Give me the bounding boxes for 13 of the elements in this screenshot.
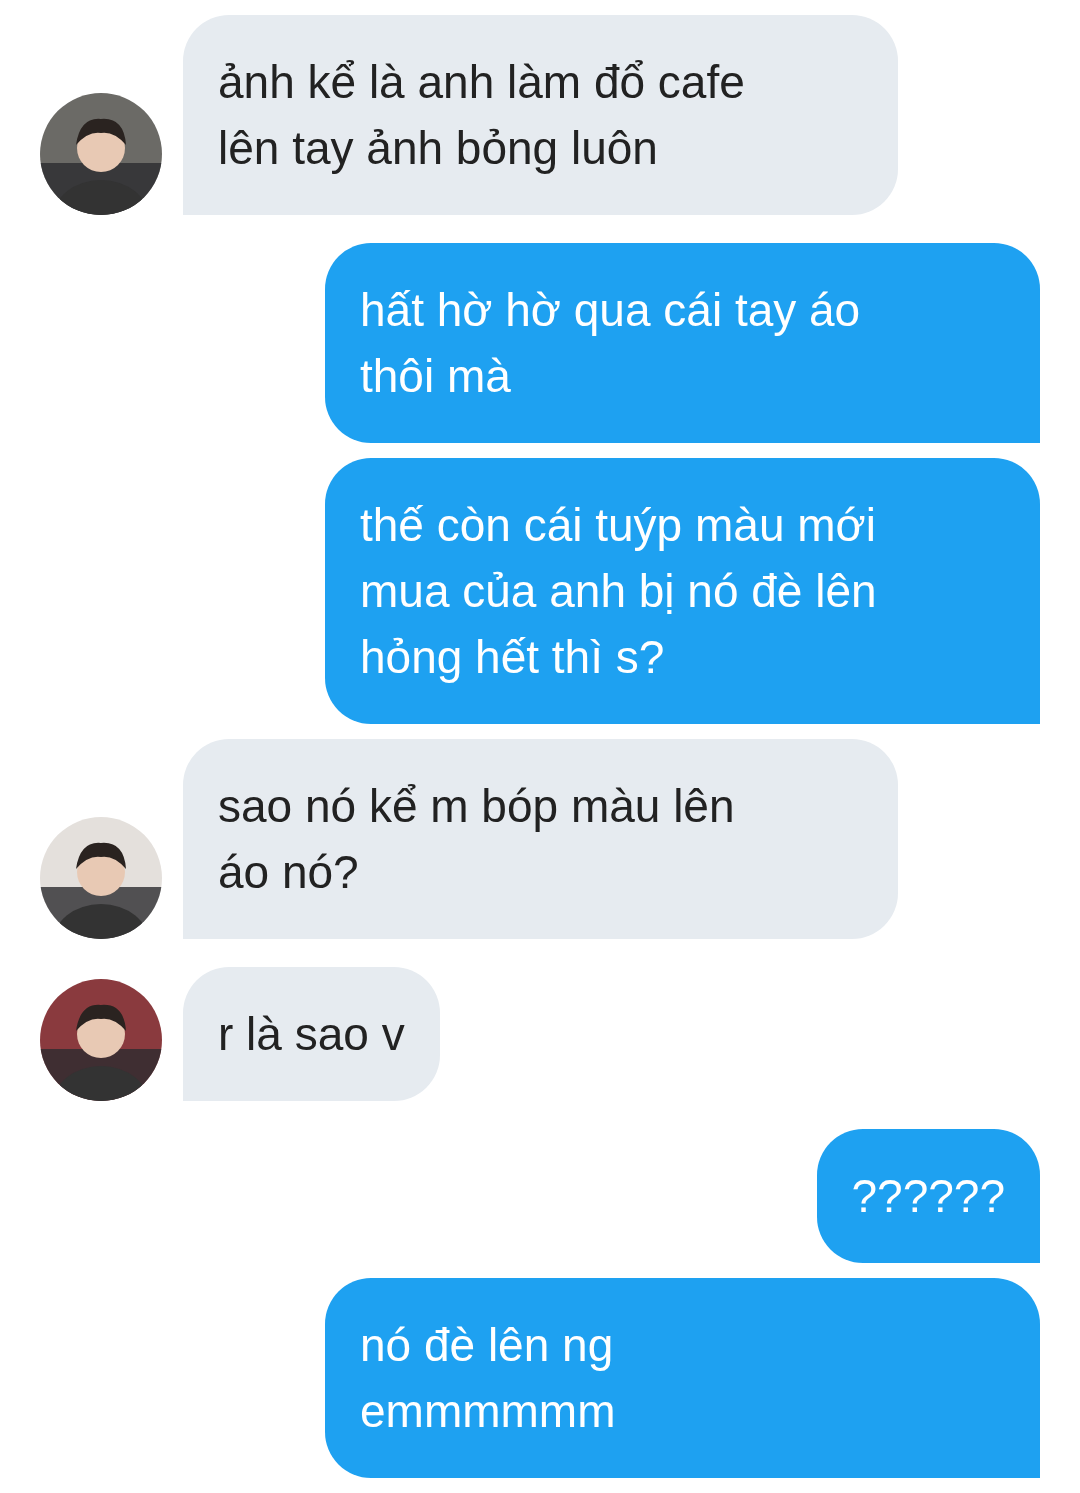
message-text: thôi mà (360, 349, 512, 404)
message-text: thế còn cái tuýp màu mới (360, 498, 877, 553)
message-text: nó đè lên ng (360, 1318, 615, 1373)
message-text: lên tay ảnh bỏng luôn (218, 121, 659, 176)
message-text: hất hờ hờ qua cái tay áo (360, 283, 862, 338)
message-text: sao nó kể m bóp màu lên (218, 779, 736, 834)
message-text: emmmmmm (360, 1384, 617, 1439)
message-text: mua của anh bị nó đè lên (360, 564, 878, 619)
message-text: r là sao v (218, 1007, 405, 1062)
message-text: hỏng hết thì s? (360, 630, 666, 685)
message-text: áo nó? (218, 845, 360, 900)
message-text: ?????? (851, 1169, 1005, 1224)
message-text: ảnh kể là anh làm đổ cafe (218, 55, 746, 110)
